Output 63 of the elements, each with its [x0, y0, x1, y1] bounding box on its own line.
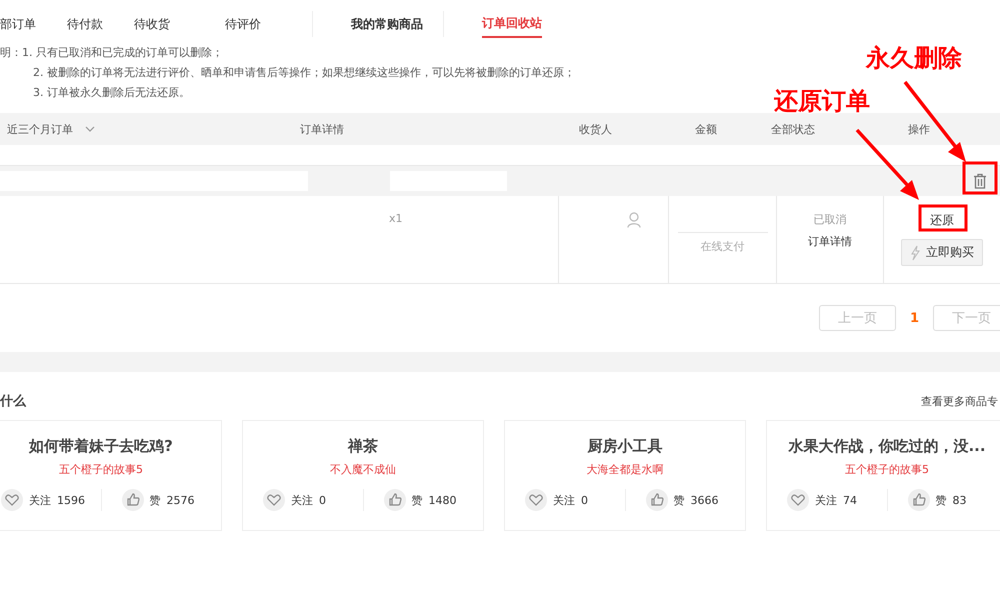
column-header: 全部状态	[770, 122, 815, 136]
tab[interactable]: 待收货	[134, 10, 189, 38]
like-label: 赞	[936, 492, 946, 508]
card-title: 水果大作战，你吃过的，没...	[788, 437, 986, 456]
card-title: 厨房小工具	[588, 437, 662, 456]
thumbs-up-icon	[646, 489, 668, 511]
buy-now-button[interactable]: 立即购买	[901, 239, 983, 266]
follow-count: 0	[581, 494, 588, 506]
follow-label: 关注	[815, 492, 837, 508]
album-card[interactable]: 禅茶 不入魔不成仙 关注 0 赞 1480	[242, 420, 484, 531]
tab[interactable]: 待评价	[225, 10, 280, 38]
column-header: 金额	[694, 122, 717, 136]
album-card[interactable]: 水果大作战，你吃过的，没... 五个橙子的故事5 关注 74 赞 83	[766, 420, 1000, 531]
highlight-box	[962, 162, 998, 194]
more-link[interactable]: 查看更多商品专	[921, 394, 998, 408]
album-card[interactable]: 厨房小工具 大海全都是水啊 关注 0 赞 3666	[504, 420, 746, 531]
notice-text: 3. 订单被永久删除后无法还原。	[33, 85, 191, 101]
person-icon	[627, 212, 641, 228]
notice-label: 明：	[0, 45, 22, 61]
tab[interactable]: 我的常购商品	[351, 10, 423, 38]
card-author: 五个橙子的故事5	[845, 462, 929, 477]
follow-label: 关注	[291, 492, 313, 508]
order-status: 已取消	[814, 212, 846, 227]
like-count: 2576	[166, 494, 194, 506]
lightning-icon	[910, 244, 920, 260]
trash-icon	[973, 173, 987, 189]
thumbs-up-icon	[908, 489, 930, 511]
column-header: 收货人	[578, 122, 612, 136]
card-author: 五个橙子的故事5	[59, 462, 143, 477]
card-title: 如何带着妹子去吃鸡?	[29, 437, 173, 456]
follow-count: 74	[843, 494, 857, 506]
column-header: 订单详情	[300, 122, 345, 136]
follow-count: 0	[319, 494, 326, 506]
thumbs-up-icon	[384, 489, 406, 511]
like-count: 3666	[690, 494, 718, 506]
filter-label: 近三个月订单	[7, 122, 73, 136]
like-label: 赞	[150, 492, 160, 508]
card-author: 大海全都是水啊	[586, 462, 664, 477]
tab[interactable]: 待付款	[67, 10, 122, 38]
follow-count: 1596	[57, 494, 85, 506]
card-author: 不入魔不成仙	[330, 462, 396, 477]
annotation-label: 还原订单	[774, 86, 870, 117]
quantity: x1	[389, 212, 403, 225]
tab[interactable]: 部订单	[0, 10, 55, 38]
album-card[interactable]: 如何带着妹子去吃鸡? 五个橙子的故事5 关注 1596 赞 2576	[0, 420, 222, 531]
tab[interactable]: 订单回收站	[482, 10, 542, 38]
highlight-box	[918, 204, 968, 232]
like-label: 赞	[674, 492, 684, 508]
like-count: 1480	[428, 494, 456, 506]
notice-text: 1. 只有已取消和已完成的订单可以删除；	[22, 45, 224, 61]
like-label: 赞	[412, 492, 422, 508]
follow-label: 关注	[29, 492, 51, 508]
period-filter[interactable]: 近三个月订单	[0, 122, 300, 136]
notice-text: 2. 被删除的订单将无法进行评价、晒单和申请售后等操作；如果想继续这些操作，可以先将被删除的订单还原；	[33, 65, 575, 81]
thumbs-up-icon	[122, 489, 144, 511]
order-detail-link[interactable]: 订单详情	[808, 234, 852, 249]
column-header: 操作	[907, 122, 930, 136]
follow-label: 关注	[553, 492, 575, 508]
chevron-down-icon	[85, 126, 95, 132]
card-title: 禅茶	[348, 437, 378, 456]
like-count: 83	[952, 494, 966, 506]
annotation-label: 永久删除	[866, 43, 962, 74]
payment-method: 在线支付	[700, 239, 744, 254]
